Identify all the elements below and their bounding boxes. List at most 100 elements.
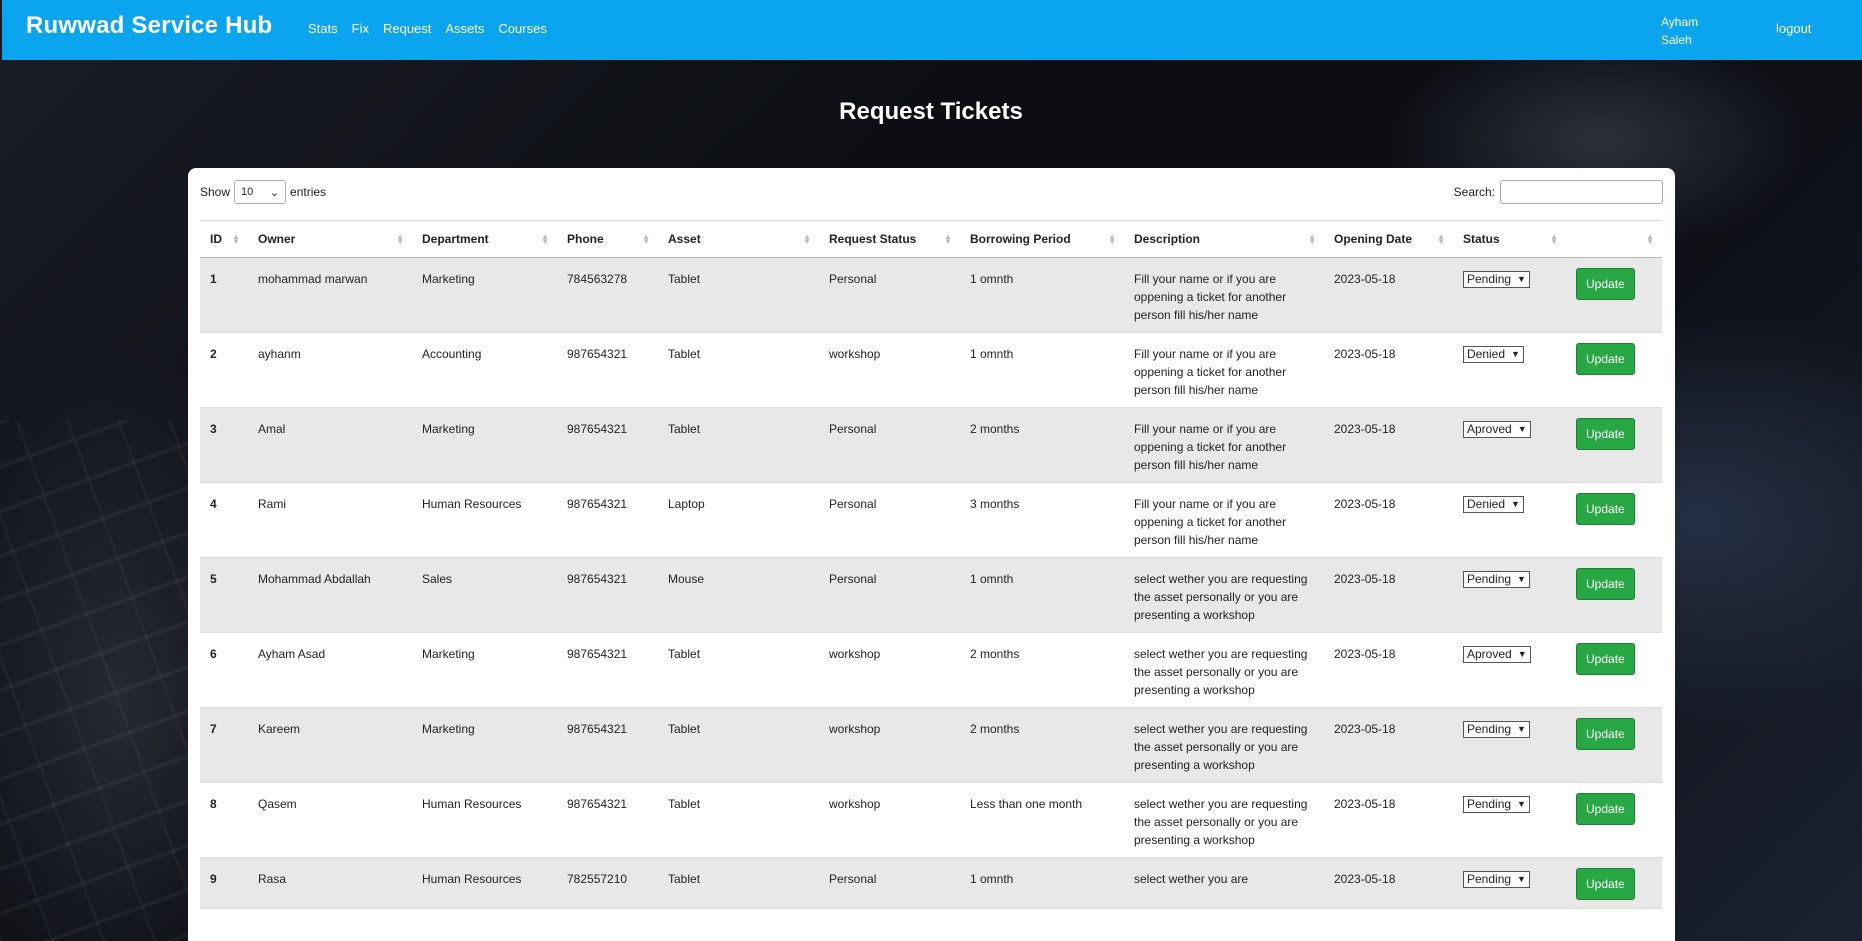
cell-borrowing-period: 1 omnth — [960, 332, 1124, 408]
cell-owner: Rasa — [248, 857, 412, 909]
cell-description: select wether you are requesting the ass… — [1124, 557, 1324, 633]
cell-request-status: Personal — [819, 257, 960, 333]
chevron-down-icon: ▼ — [1517, 724, 1526, 734]
cell-request-status: workshop — [819, 782, 960, 858]
cell-borrowing-period: 2 months — [960, 632, 1124, 708]
cell-id: 5 — [200, 557, 248, 633]
cell-phone: 782557210 — [557, 857, 658, 909]
status-select-value: Aproved — [1467, 647, 1512, 661]
cell-id: 8 — [200, 782, 248, 858]
tickets-table: ID ▲ ▼ Owner ▲ ▼ Department ▲ ▼ Phone ▲ ▼ Asset ▲… — [200, 220, 1662, 909]
cell-description: Fill your name or if you are oppening a … — [1124, 332, 1324, 408]
cell-phone: 987654321 — [557, 782, 658, 858]
column-header-request-status[interactable]: Request Status ▲ ▼ — [819, 220, 960, 258]
cell-status: Pending ▼ — [1453, 557, 1566, 633]
status-select[interactable]: Pending ▼ — [1463, 720, 1530, 738]
cell-borrowing-period: 1 omnth — [960, 257, 1124, 333]
status-select[interactable]: Pending ▼ — [1463, 570, 1530, 588]
cell-asset: Tablet — [658, 332, 819, 408]
column-header-owner[interactable]: Owner ▲ ▼ — [248, 220, 412, 258]
chevron-down-icon: ▼ — [1511, 499, 1520, 509]
table-row: 7 Kareem Marketing 987654321 Tablet workshop 2… — [200, 707, 1662, 783]
cell-phone: 987654321 — [557, 707, 658, 783]
sort-icon: ▲ ▼ — [1550, 232, 1558, 246]
search-input[interactable] — [1500, 180, 1663, 204]
chevron-down-icon: ⌄ — [269, 186, 280, 199]
nav-link-request[interactable]: Request — [383, 21, 431, 36]
cell-opening-date: 2023-05-18 — [1324, 407, 1453, 483]
cell-status: Pending ▼ — [1453, 857, 1566, 909]
cell-phone: 987654321 — [557, 407, 658, 483]
column-header-description[interactable]: Description ▲ ▼ — [1124, 220, 1324, 258]
sort-icon: ▲ ▼ — [541, 232, 549, 246]
column-header-action[interactable]: ▲ ▼ — [1566, 220, 1662, 258]
cell-phone: 987654321 — [557, 332, 658, 408]
entries-label: entries — [290, 185, 327, 199]
status-select[interactable]: Denied ▼ — [1463, 345, 1524, 363]
status-select-value: Pending — [1467, 797, 1512, 811]
table-row: 1 mohammad marwan Marketing 784563278 Tablet… — [200, 257, 1662, 333]
cell-request-status: Personal — [819, 857, 960, 909]
cell-action: Update — [1566, 857, 1662, 909]
sort-icon: ▲ ▼ — [803, 232, 811, 246]
brand-title[interactable]: Ruwwad Service Hub — [26, 12, 272, 40]
update-button[interactable]: Update — [1576, 568, 1635, 600]
nav-link-courses[interactable]: Courses — [498, 21, 546, 36]
column-header-borrowing-period[interactable]: Borrowing Period ▲ ▼ — [960, 220, 1124, 258]
update-button[interactable]: Update — [1576, 793, 1635, 825]
cell-opening-date: 2023-05-18 — [1324, 257, 1453, 333]
update-button[interactable]: Update — [1576, 493, 1635, 525]
chevron-down-icon: ▼ — [1511, 349, 1520, 359]
status-select[interactable]: Pending ▼ — [1463, 870, 1530, 888]
cell-borrowing-period: 1 omnth — [960, 557, 1124, 633]
cell-request-status: workshop — [819, 632, 960, 708]
chevron-down-icon: ▼ — [1517, 424, 1527, 434]
column-header-opening-date[interactable]: Opening Date ▲ ▼ — [1324, 220, 1453, 258]
nav-link-stats[interactable]: Stats — [308, 21, 338, 36]
status-select[interactable]: Pending ▼ — [1463, 270, 1530, 288]
column-header-phone[interactable]: Phone ▲ ▼ — [557, 220, 658, 258]
cell-asset: Tablet — [658, 407, 819, 483]
cell-phone: 784563278 — [557, 257, 658, 333]
chevron-down-icon: ▼ — [1517, 274, 1526, 284]
cell-borrowing-period: Less than one month — [960, 782, 1124, 858]
tickets-card: Show 10 ⌄ entries Search: ID ▲ ▼ Owner ▲ ▼ D… — [188, 168, 1675, 941]
status-select-value: Pending — [1467, 272, 1512, 286]
nav-link-fix[interactable]: Fix — [352, 21, 369, 36]
update-button[interactable]: Update — [1576, 718, 1635, 750]
cell-asset: Tablet — [658, 257, 819, 333]
column-header-id[interactable]: ID ▲ ▼ — [200, 220, 248, 258]
cell-department: Human Resources — [412, 782, 557, 858]
table-row: 5 Mohammad Abdallah Sales 987654321 Mouse Per… — [200, 557, 1662, 633]
update-button[interactable]: Update — [1576, 268, 1635, 300]
entries-length-select[interactable]: 10 ⌄ — [234, 180, 287, 204]
table-body: 1 mohammad marwan Marketing 784563278 Tablet… — [200, 257, 1662, 909]
status-select[interactable]: Aproved ▼ — [1463, 420, 1531, 438]
logout-link[interactable]: logout — [1776, 21, 1811, 36]
status-select-value: Denied — [1467, 497, 1506, 511]
status-select[interactable]: Denied ▼ — [1463, 495, 1524, 513]
update-button[interactable]: Update — [1576, 343, 1635, 375]
cell-asset: Tablet — [658, 707, 819, 783]
column-header-asset[interactable]: Asset ▲ ▼ — [658, 220, 819, 258]
column-header-department[interactable]: Department ▲ ▼ — [412, 220, 557, 258]
cell-owner: Amal — [248, 407, 412, 483]
cell-opening-date: 2023-05-18 — [1324, 782, 1453, 858]
nav-link-assets[interactable]: Assets — [445, 21, 484, 36]
cell-opening-date: 2023-05-18 — [1324, 557, 1453, 633]
update-button[interactable]: Update — [1576, 868, 1635, 900]
user-name: Ayham Saleh — [1661, 13, 1721, 49]
cell-opening-date: 2023-05-18 — [1324, 707, 1453, 783]
cell-status: Pending ▼ — [1453, 257, 1566, 333]
update-button[interactable]: Update — [1576, 418, 1635, 450]
status-select[interactable]: Aproved ▼ — [1463, 645, 1531, 663]
cell-id: 3 — [200, 407, 248, 483]
update-button[interactable]: Update — [1576, 643, 1635, 675]
cell-department: Human Resources — [412, 482, 557, 558]
status-select[interactable]: Pending ▼ — [1463, 795, 1530, 813]
cell-opening-date: 2023-05-18 — [1324, 332, 1453, 408]
cell-owner: Mohammad Abdallah — [248, 557, 412, 633]
chevron-down-icon: ▼ — [1517, 574, 1526, 584]
cell-action: Update — [1566, 332, 1662, 408]
column-header-status[interactable]: Status ▲ ▼ — [1453, 220, 1566, 258]
